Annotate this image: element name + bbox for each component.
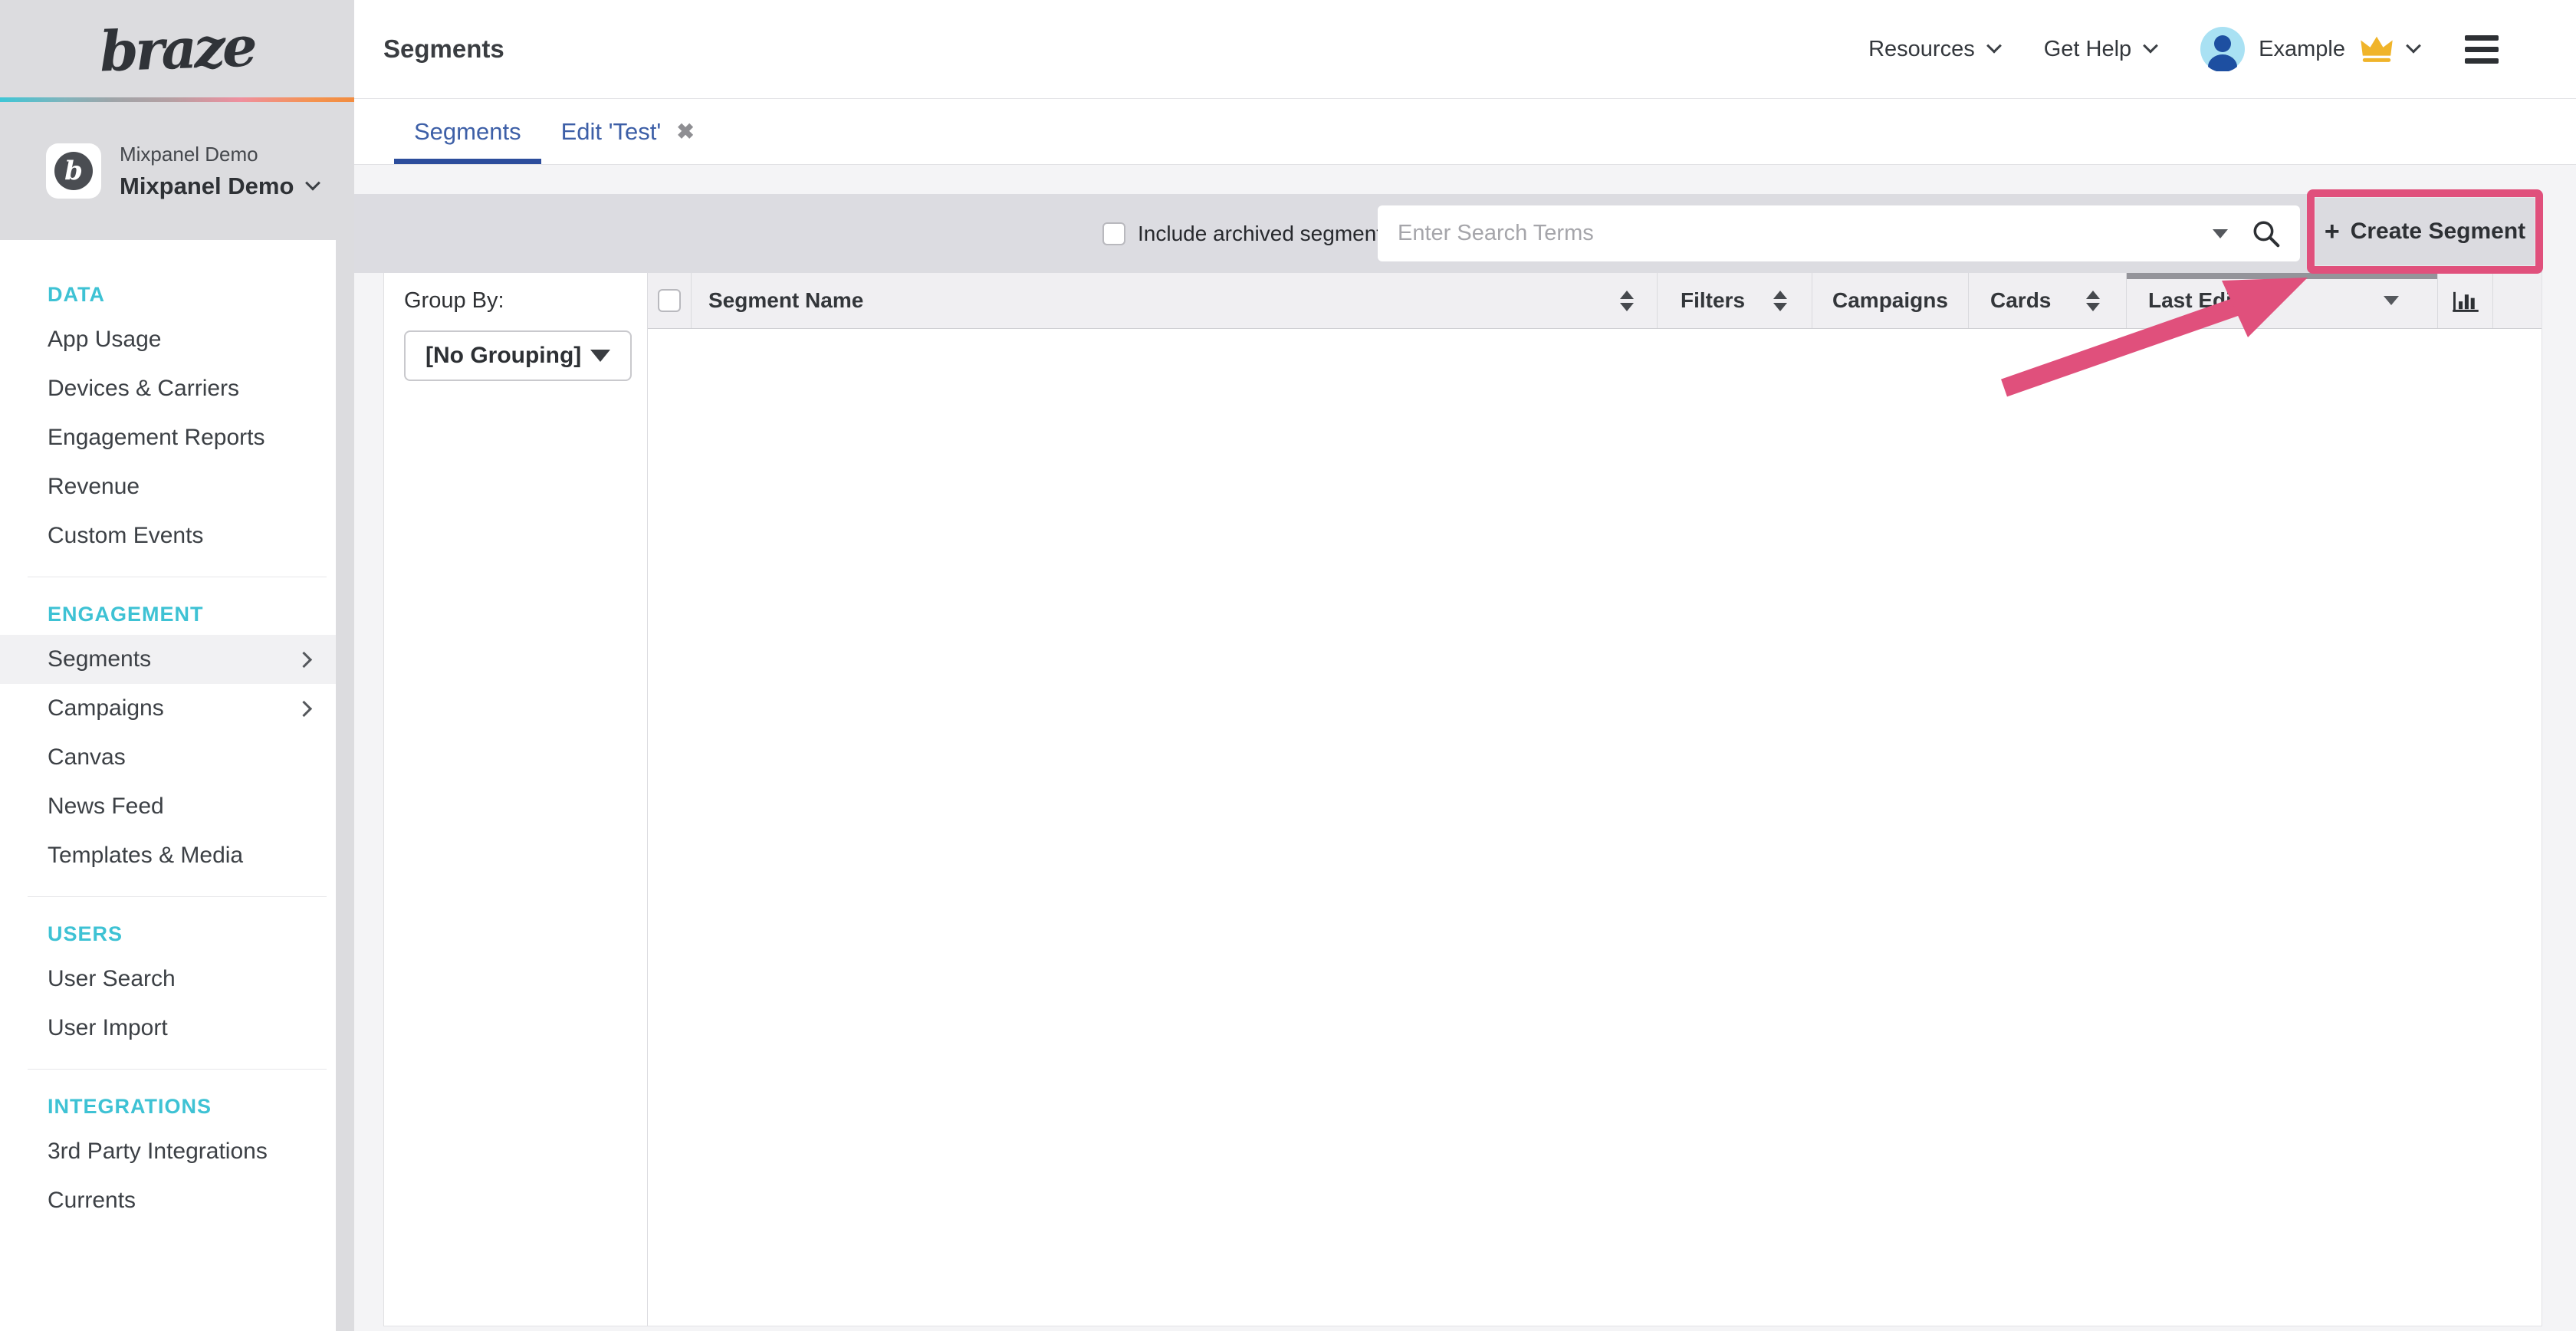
search-icon[interactable] <box>2251 219 2282 249</box>
top-header-bar: Segments Resources Get Help Example <box>354 0 2576 99</box>
sidebar-item-engagement-reports[interactable]: Engagement Reports <box>0 413 336 462</box>
user-name: Example <box>2259 37 2345 62</box>
hamburger-menu-icon[interactable] <box>2460 31 2503 68</box>
sort-icon[interactable] <box>1773 291 1787 311</box>
sort-icon[interactable] <box>2086 291 2100 311</box>
sidebar-section-integrations: INTEGRATIONS <box>0 1086 336 1127</box>
workspace-name: Mixpanel Demo <box>120 173 294 200</box>
chevron-down-icon <box>1986 38 2002 54</box>
column-header-cards[interactable]: Cards <box>1969 273 2127 328</box>
sidebar-item-3rd-party-integrations[interactable]: 3rd Party Integrations <box>0 1127 336 1176</box>
main-area: Segments Resources Get Help Example <box>354 0 2576 1331</box>
crown-icon <box>2359 34 2394 64</box>
search-input[interactable] <box>1398 221 2190 246</box>
chevron-down-icon <box>305 175 320 190</box>
sidebar-item-revenue[interactable]: Revenue <box>0 462 336 511</box>
tab-segments[interactable]: Segments <box>394 99 541 164</box>
group-by-value: [No Grouping] <box>426 343 581 369</box>
gap-strip <box>354 165 2576 194</box>
workspace-avatar-initial: b <box>54 152 93 190</box>
segments-page-body: Include archived segments + Create Segme… <box>354 165 2576 1331</box>
tab-edit-test[interactable]: Edit 'Test' ✖ <box>541 99 715 164</box>
chevron-down-icon <box>2143 38 2158 54</box>
page-title: Segments <box>383 35 504 64</box>
braze-dashboard: braze b Mixpanel Demo Mixpanel Demo DATA… <box>0 0 2576 1331</box>
segment-search-box <box>1378 205 2300 261</box>
get-help-menu[interactable]: Get Help <box>2044 37 2156 62</box>
column-scrollbar-thumb[interactable] <box>2127 273 2437 279</box>
sidebar-section-data: DATA <box>0 274 336 315</box>
include-archived-label: Include archived segments <box>1138 222 1393 246</box>
segments-content: Group By: [No Grouping] Segment Name <box>354 273 2576 1331</box>
workspace-selector[interactable]: b Mixpanel Demo Mixpanel Demo <box>0 102 354 240</box>
sidebar-item-news-feed[interactable]: News Feed <box>0 782 336 831</box>
sort-icon[interactable] <box>1620 291 1634 311</box>
group-by-panel: Group By: [No Grouping] <box>383 273 648 1326</box>
user-avatar <box>2200 27 2245 71</box>
sidebar-item-canvas[interactable]: Canvas <box>0 733 336 782</box>
workspace-avatar: b <box>46 143 101 199</box>
dropdown-caret-icon <box>590 350 610 362</box>
user-account-menu[interactable]: Example <box>2200 27 2419 71</box>
sidebar: braze b Mixpanel Demo Mixpanel Demo DATA… <box>0 0 354 1331</box>
column-header-stats[interactable] <box>2438 273 2493 328</box>
segments-table: Segment Name Filters Campaigns Cards <box>648 273 2542 1326</box>
topbar-right-nav: Resources Get Help Example <box>1868 27 2503 71</box>
table-header-spacer-cell <box>2493 273 2542 328</box>
braze-logo[interactable]: braze <box>0 0 354 97</box>
chevron-down-icon <box>2406 38 2421 54</box>
sidebar-section-engagement: ENGAGEMENT <box>0 593 336 635</box>
sidebar-divider <box>28 896 327 897</box>
workspace-app-label: Mixpanel Demo <box>120 143 318 166</box>
braze-logo-text: braze <box>99 14 255 84</box>
column-header-campaigns[interactable]: Campaigns <box>1812 273 1969 328</box>
plus-icon: + <box>2325 217 2340 247</box>
sidebar-menu: DATA App Usage Devices & Carriers Engage… <box>0 240 336 1331</box>
sidebar-item-user-import[interactable]: User Import <box>0 1004 336 1053</box>
sidebar-section-users: USERS <box>0 913 336 955</box>
resources-menu[interactable]: Resources <box>1868 37 1999 62</box>
segments-toolbar: Include archived segments + Create Segme… <box>354 194 2542 273</box>
sidebar-item-segments[interactable]: Segments <box>0 635 336 684</box>
workspace-text: Mixpanel Demo Mixpanel Demo <box>120 143 318 200</box>
chevron-right-icon <box>296 700 312 716</box>
group-by-label: Group By: <box>404 288 647 314</box>
bar-chart-icon <box>2451 288 2480 314</box>
close-icon[interactable]: ✖ <box>676 119 694 144</box>
column-header-segment-name[interactable]: Segment Name <box>692 273 1658 328</box>
last-edited-caret-icon[interactable] <box>2384 296 2399 305</box>
sidebar-item-custom-events[interactable]: Custom Events <box>0 511 336 560</box>
table-header-row: Segment Name Filters Campaigns Cards <box>648 273 2542 329</box>
tab-bar: Segments Edit 'Test' ✖ <box>354 99 2576 165</box>
select-all-cell <box>648 273 692 328</box>
sidebar-item-templates-media[interactable]: Templates & Media <box>0 831 336 880</box>
column-header-last-edited[interactable]: Last Edited <box>2127 273 2438 328</box>
archived-filter: Include archived segments <box>1102 194 1393 273</box>
include-archived-checkbox[interactable] <box>1102 222 1125 245</box>
create-segment-button[interactable]: + Create Segment <box>2315 197 2535 266</box>
sidebar-item-app-usage[interactable]: App Usage <box>0 315 336 364</box>
sidebar-item-devices-carriers[interactable]: Devices & Carriers <box>0 364 336 413</box>
chevron-right-icon <box>296 651 312 667</box>
select-all-checkbox[interactable] <box>658 289 681 312</box>
saved-search-caret-icon[interactable] <box>2213 229 2228 238</box>
column-header-filters[interactable]: Filters <box>1658 273 1812 328</box>
group-by-dropdown[interactable]: [No Grouping] <box>404 330 632 381</box>
create-segment-label: Create Segment <box>2351 219 2525 245</box>
sidebar-item-user-search[interactable]: User Search <box>0 955 336 1004</box>
sidebar-divider <box>28 1069 327 1070</box>
sidebar-item-currents[interactable]: Currents <box>0 1176 336 1225</box>
sidebar-item-campaigns[interactable]: Campaigns <box>0 684 336 733</box>
